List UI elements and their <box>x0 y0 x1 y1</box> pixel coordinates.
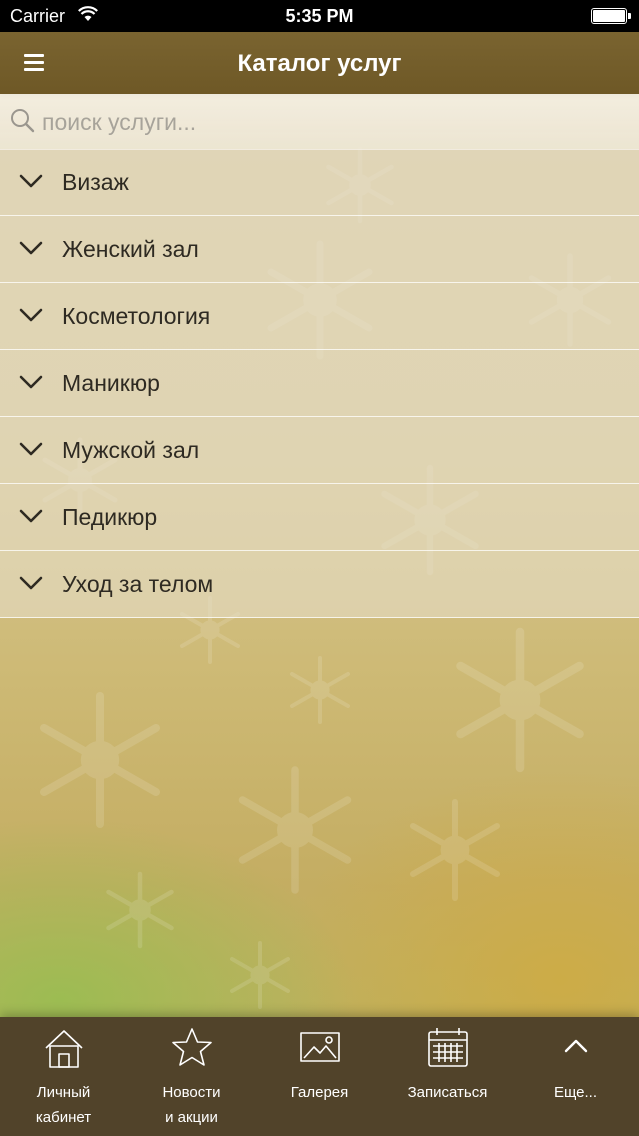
status-time: 5:35 PM <box>285 6 354 26</box>
search-input[interactable] <box>40 102 624 142</box>
chevron-down-icon <box>19 509 43 523</box>
calendar-icon <box>428 1028 468 1067</box>
category-row-cosmetology[interactable]: Косметология <box>0 283 639 350</box>
tab-label: Записаться <box>407 1084 488 1101</box>
chevron-down-icon <box>19 308 43 322</box>
category-label: Визаж <box>62 169 129 195</box>
chevron-down-icon <box>19 375 43 389</box>
tab-bar: Личный кабинет Новости и акции Галерея З… <box>0 1017 639 1136</box>
chevron-down-icon <box>19 442 43 456</box>
tab-label: и акции <box>165 1109 218 1126</box>
category-row-body-care[interactable]: Уход за телом <box>0 551 639 618</box>
category-row-vizazh[interactable]: Визаж <box>0 149 639 216</box>
home-icon <box>45 1030 83 1068</box>
chevron-down-icon <box>19 241 43 255</box>
battery-icon <box>591 8 631 24</box>
category-label: Мужской зал <box>62 437 200 463</box>
category-label: Уход за телом <box>62 571 214 597</box>
category-row-womens-hall[interactable]: Женский зал <box>0 216 639 283</box>
category-label: Косметология <box>62 303 211 329</box>
tab-label: Новости <box>162 1084 221 1101</box>
tab-personal-account[interactable]: Личный кабинет <box>0 1017 127 1136</box>
tab-more[interactable]: Еще... <box>512 1017 639 1136</box>
category-label: Педикюр <box>62 504 158 530</box>
page-title: Каталог услуг <box>237 50 402 77</box>
tab-news[interactable]: Новости и акции <box>128 1017 255 1136</box>
search-icon <box>11 109 35 133</box>
tab-label: Галерея <box>290 1084 349 1101</box>
tab-label: Еще... <box>553 1084 598 1101</box>
gallery-icon <box>300 1032 340 1062</box>
star-icon <box>172 1028 212 1066</box>
chevron-down-icon <box>19 174 43 188</box>
category-label: Женский зал <box>62 236 199 262</box>
status-bar: Carrier 5:35 PM <box>0 0 639 32</box>
category-row-pedicure[interactable]: Педикюр <box>0 484 639 551</box>
category-row-manicure[interactable]: Маникюр <box>0 350 639 417</box>
tab-gallery[interactable]: Галерея <box>256 1017 383 1136</box>
category-label: Маникюр <box>62 370 160 396</box>
nav-bar: Каталог услуг <box>0 32 639 94</box>
tab-book[interactable]: Записаться <box>384 1017 511 1136</box>
tab-label: Личный <box>36 1084 91 1101</box>
search-bar <box>0 94 639 150</box>
chevron-up-icon <box>564 1039 588 1053</box>
category-row-mens-hall[interactable]: Мужской зал <box>0 417 639 484</box>
chevron-down-icon <box>19 576 43 590</box>
tab-label: кабинет <box>35 1109 92 1126</box>
category-list: Визаж Женский зал Косметология Маникюр М… <box>0 149 639 618</box>
